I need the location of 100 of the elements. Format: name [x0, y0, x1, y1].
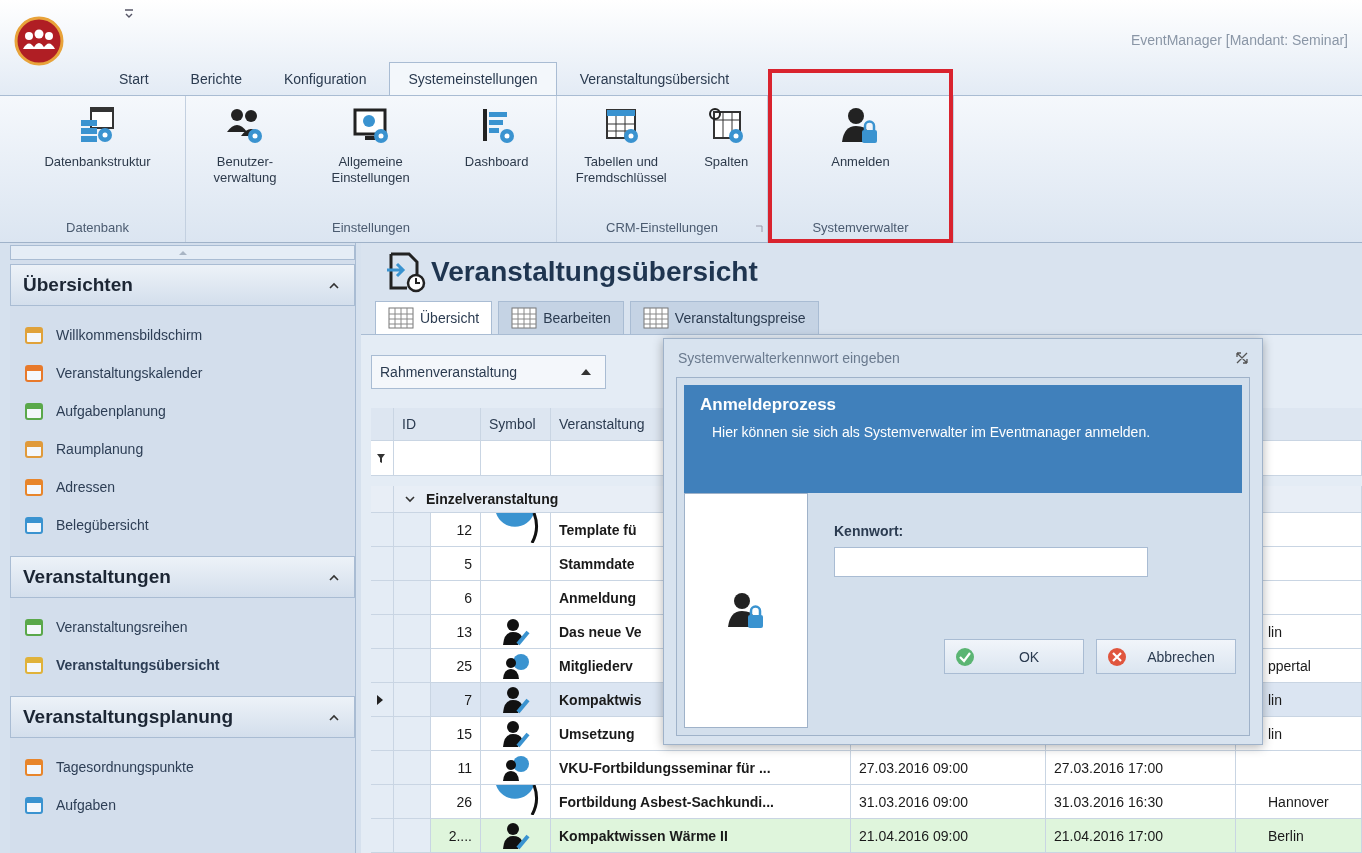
user-globe-icon	[501, 753, 530, 782]
nav-item-icon	[24, 401, 44, 421]
ribbon-button[interactable]: Dashboard	[460, 102, 533, 175]
nav-item-icon	[24, 325, 44, 345]
filter-dropdown[interactable]: Rahmenveranstaltung	[371, 354, 606, 389]
app-logo[interactable]	[14, 16, 64, 66]
chevron-icon[interactable]	[328, 281, 340, 289]
field-label: Kennwort:	[834, 523, 905, 539]
ribbon-button[interactable]: Benutzer- verwaltung	[209, 102, 281, 191]
id-cell: 5	[464, 555, 472, 572]
ribbon-tab[interactable]: Konfiguration	[264, 62, 386, 95]
ribbon-group-label: Einstellungen	[331, 219, 411, 235]
table-row[interactable]: 26 Fortbildung Asbest-Sachkundi... 31.03.2016 09:00 31.03.2016 16:30 Hannover	[371, 785, 1362, 819]
id-cell: 13	[456, 623, 472, 640]
nav-item[interactable]: Adressen	[10, 468, 355, 506]
id-cell: 12	[456, 521, 472, 538]
user-lock-icon	[726, 590, 766, 631]
customize-toolbar-icon[interactable]	[124, 8, 134, 20]
close-icon[interactable]	[1236, 352, 1248, 364]
view-tab[interactable]: Übersicht	[375, 300, 493, 334]
filter-icon[interactable]	[377, 453, 385, 463]
ribbon-tab[interactable]: Veranstaltungsübersicht	[560, 62, 749, 95]
ribbon-button-icon	[225, 106, 265, 146]
start-date-cell: 27.03.2016 09:00	[859, 759, 968, 776]
nav-item[interactable]: Aufgaben	[10, 786, 355, 824]
event-name-cell: Das neue Ve	[559, 623, 642, 640]
nav-item-icon	[24, 363, 44, 383]
ribbon-group-label: CRM-Einstellungen	[606, 219, 718, 235]
start-date-cell: 21.04.2016 09:00	[859, 827, 968, 844]
user-edit-icon	[501, 685, 530, 714]
location-cell: Hannover	[1268, 793, 1329, 810]
nav-item-icon	[24, 757, 44, 777]
ribbon-button[interactable]: Tabellen und Fremdschlüssel	[571, 102, 671, 191]
location-cell: lin	[1268, 623, 1282, 640]
chevron-icon[interactable]	[328, 713, 340, 721]
ribbon-button[interactable]: Anmelden	[827, 102, 894, 175]
id-cell: 26	[456, 793, 472, 810]
password-field[interactable]	[834, 547, 1148, 577]
section-header[interactable]: Übersichten	[10, 264, 355, 306]
end-date-cell: 21.04.2016 17:00	[1054, 827, 1163, 844]
ribbon-button[interactable]: Datenbankstruktur	[40, 102, 155, 175]
dialog-description: Hier können sie sich als Systemverwalter im Eventmanager anmelden.	[711, 423, 1152, 442]
nav-item-icon	[24, 655, 44, 675]
ribbon-button[interactable]: Allgemeine Einstellungen	[327, 102, 414, 191]
grid-icon	[388, 306, 414, 329]
table-row[interactable]: 11 VKU-Fortbildungsseminar für ... 27.03.2016 09:00 27.03.2016 17:00	[371, 751, 1362, 785]
user-edit-icon	[501, 821, 530, 850]
caret-icon	[581, 368, 591, 375]
section-title: Veranstaltungsplanung	[23, 706, 234, 728]
id-cell: 11	[457, 759, 472, 776]
nav-item-icon	[24, 515, 44, 535]
ribbon-group-label: Datenbank	[66, 219, 129, 235]
nav-item[interactable]: Raumplanung	[10, 430, 355, 468]
location-cell: lin	[1268, 691, 1282, 708]
event-name-cell: Kompaktwis	[559, 691, 642, 708]
cancel-icon	[1107, 646, 1127, 667]
event-name-cell: Fortbildung Asbest-Sachkundi...	[559, 793, 774, 810]
section-header[interactable]: Veranstaltungen	[10, 556, 355, 598]
nav-item-icon	[24, 795, 44, 815]
event-name-cell: VKU-Fortbildungsseminar für ...	[559, 759, 771, 776]
nav-item[interactable]: Willkommensbildschirm	[10, 316, 355, 354]
nav-item[interactable]: Veranstaltungskalender	[10, 354, 355, 392]
ribbon-tab[interactable]: Start	[100, 62, 168, 95]
column-header[interactable]: ID	[402, 416, 416, 432]
dialog-button[interactable]: Abbrechen	[1096, 639, 1236, 674]
nav-item-icon	[24, 617, 44, 637]
check-icon	[955, 646, 975, 667]
table-row[interactable]: 2.... Kompaktwissen Wärme II 21.04.2016 09:00 21.04.2016 17:00 Berlin	[371, 819, 1362, 853]
view-tab[interactable]: Veranstaltungspreise	[629, 300, 819, 334]
grid-icon	[511, 306, 538, 329]
id-cell: 2....	[448, 827, 472, 844]
event-name-cell: Stammdate	[559, 555, 635, 572]
chevron-icon[interactable]	[328, 573, 340, 581]
event-name-cell: Template fü	[559, 521, 637, 538]
column-header[interactable]: Symbol	[489, 416, 536, 432]
section-header[interactable]: Veranstaltungsplanung	[10, 696, 355, 738]
dialog-title: Systemverwalterkennwort eingeben	[678, 350, 900, 366]
view-title: Veranstaltungsübersicht	[431, 255, 758, 288]
column-header[interactable]: Veranstaltung	[559, 416, 645, 432]
nav-item[interactable]: Veranstaltungsübersicht	[10, 646, 355, 684]
nav-item[interactable]: Aufgabenplanung	[10, 392, 355, 430]
ribbon-button[interactable]: Spalten	[700, 102, 753, 175]
chevron-icon[interactable]	[404, 495, 416, 503]
user-globe-icon	[501, 651, 530, 680]
view-tab[interactable]: Bearbeiten	[498, 300, 624, 334]
ribbon-tab[interactable]: Systemeinstellungen	[389, 62, 557, 95]
start-date-cell: 31.03.2016 09:00	[859, 793, 968, 810]
group-label: Einzelveranstaltung	[426, 491, 559, 507]
caret-icon	[178, 250, 187, 255]
end-date-cell: 31.03.2016 16:30	[1054, 793, 1163, 810]
id-cell: 15	[456, 725, 472, 742]
nav-item[interactable]: Tagesordnungspunkte	[10, 748, 355, 786]
user-edit-icon	[501, 719, 530, 748]
ribbon-tab[interactable]: Berichte	[171, 62, 261, 95]
nav-item[interactable]: Veranstaltungsreihen	[10, 608, 355, 646]
user-edit-icon	[501, 617, 530, 646]
end-date-cell: 27.03.2016 17:00	[1054, 759, 1163, 776]
dialog-button[interactable]: OK	[944, 639, 1084, 674]
nav-item[interactable]: Belegübersicht	[10, 506, 355, 544]
id-cell: 25	[456, 657, 472, 674]
